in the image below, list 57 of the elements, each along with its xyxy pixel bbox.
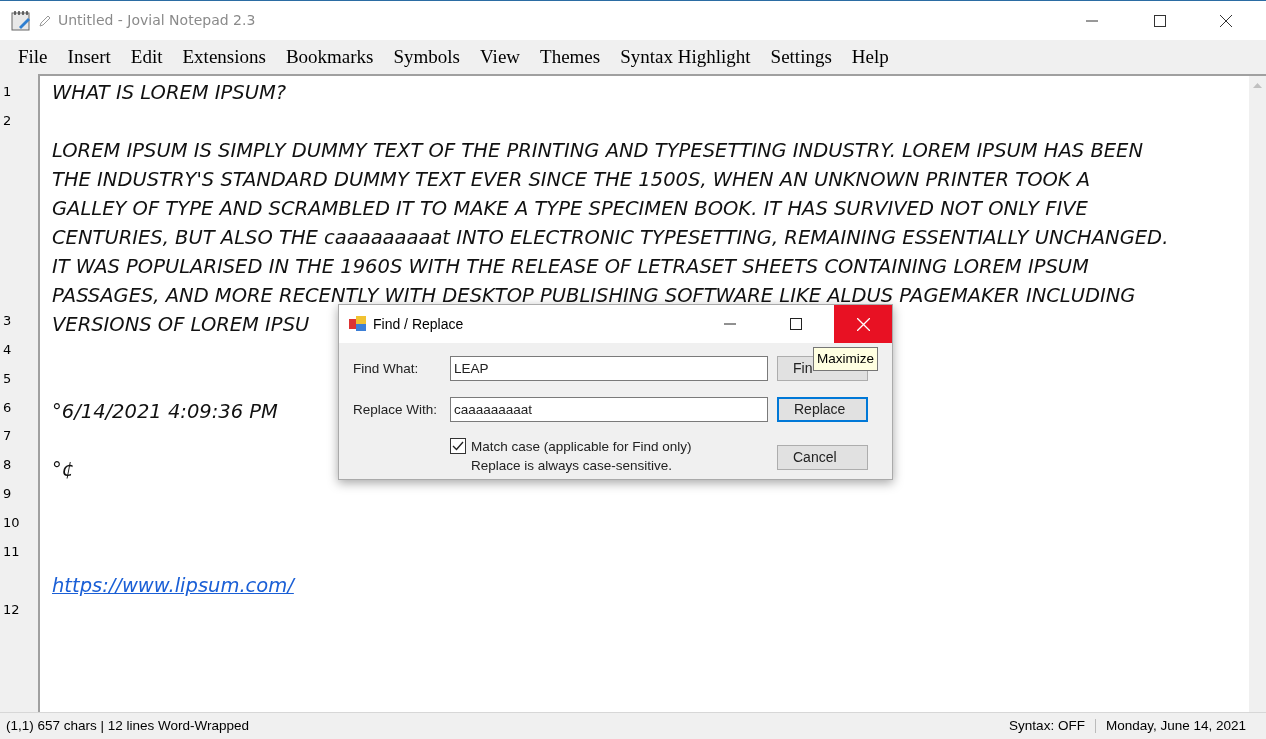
- replace-label: Replace With:: [353, 400, 439, 419]
- line-number: 9: [3, 485, 12, 503]
- dialog-icon: [349, 316, 367, 332]
- status-text: (1,1) 657 chars | 12 lines Word-Wrapped: [6, 716, 250, 735]
- line-number: 5: [3, 370, 12, 388]
- note-text: Replace is always case-sensitive.: [471, 456, 674, 475]
- dialog-button[interactable]: Replace: [777, 397, 868, 423]
- notepad-icon: [10, 9, 32, 32]
- menu-item[interactable]: Symbols: [383, 42, 471, 72]
- line-number: 2: [3, 112, 12, 130]
- menu-item[interactable]: File: [8, 42, 58, 72]
- line-number: 11: [3, 543, 20, 561]
- editor-line: CENTURIES, BUT ALSO THE caaaaaaaaat INTO ELECTRONIC TYPESETTING, REMAINING ESSENTIALLY UNCHANGED.: [52, 226, 1169, 249]
- match-case-checkbox[interactable]: [450, 437, 466, 454]
- menu-item[interactable]: Themes: [530, 42, 611, 72]
- menu-item[interactable]: Extensions: [172, 42, 276, 72]
- menu-item[interactable]: Settings: [760, 42, 842, 72]
- line-number: 1: [3, 83, 12, 101]
- menu-item[interactable]: Edit: [120, 42, 173, 72]
- find-field[interactable]: LEAP: [450, 356, 768, 382]
- menu-item[interactable]: View: [470, 42, 531, 72]
- editor-line: THE INDUSTRY'S STANDARD DUMMY TEXT EVER SINCE THE 1500S, WHEN AN UNKNOWN PRINTER TOOK A: [52, 168, 1091, 191]
- editor-line: PASSAGES, AND MORE RECENTLY WITH DESKTOP PUBLISHING SOFTWARE LIKE ALDUS PAGEMAKER INCLUDING: [52, 284, 1136, 307]
- tooltip: Maximize: [813, 347, 878, 371]
- editor-line: °¢: [52, 458, 75, 481]
- maximize-icon[interactable]: [790, 318, 802, 330]
- editor-line: VERSIONS OF LOREM IPSU: [52, 313, 310, 336]
- menu-item[interactable]: Help: [841, 42, 899, 72]
- dialog-button[interactable]: Cancel: [777, 445, 868, 471]
- find-label: Find What:: [353, 359, 420, 378]
- date-status: Monday, June 14, 2021: [1105, 716, 1246, 735]
- line-number: 12: [3, 601, 20, 619]
- window-title: Untitled - Jovial Notepad 2.3: [58, 11, 256, 30]
- line-number: 3: [3, 312, 12, 330]
- line-number: 6: [3, 399, 12, 417]
- line-number: 7: [3, 427, 12, 445]
- editor-line: GALLEY OF TYPE AND SCRAMBLED IT TO MAKE A TYPE SPECIMEN BOOK. IT HAS SURVIVED NOT ONLY FIVE: [52, 197, 1088, 220]
- close-icon[interactable]: [1220, 14, 1232, 27]
- editor-line: LOREM IPSUM IS SIMPLY DUMMY TEXT OF THE PRINTING AND TYPESETTING INDUSTRY. LOREM IPSUM HAS BEEN: [52, 139, 1143, 162]
- editor-link[interactable]: https://www.lipsum.com/: [52, 574, 294, 597]
- editor-line: WHAT IS LOREM IPSUM?: [52, 81, 287, 104]
- line-number: 8: [3, 456, 12, 474]
- check-icon: [452, 440, 464, 451]
- editor-line: IT WAS POPULARISED IN THE 1960S WITH THE RELEASE OF LETRASET SHEETS CONTAINING LOREM IPSUM: [52, 255, 1089, 278]
- line-number: 4: [3, 341, 12, 359]
- menu-item[interactable]: Insert: [57, 42, 121, 72]
- menu-item[interactable]: Bookmarks: [275, 42, 384, 72]
- menu-item[interactable]: Syntax Highlight: [610, 42, 761, 72]
- syntax-status: Syntax: OFF: [1009, 716, 1085, 735]
- replace-field[interactable]: caaaaaaaaat: [450, 397, 768, 423]
- close-icon: [856, 317, 870, 331]
- line-number: 10: [3, 514, 20, 532]
- dialog-title: Find / Replace: [373, 314, 464, 334]
- editor-line: °6/14/2021 4:09:36 PM: [52, 400, 278, 423]
- pencil-icon: [38, 13, 52, 28]
- match-case-label: Match case (applicable for Find only): [471, 437, 692, 456]
- maximize-icon[interactable]: [1154, 14, 1166, 27]
